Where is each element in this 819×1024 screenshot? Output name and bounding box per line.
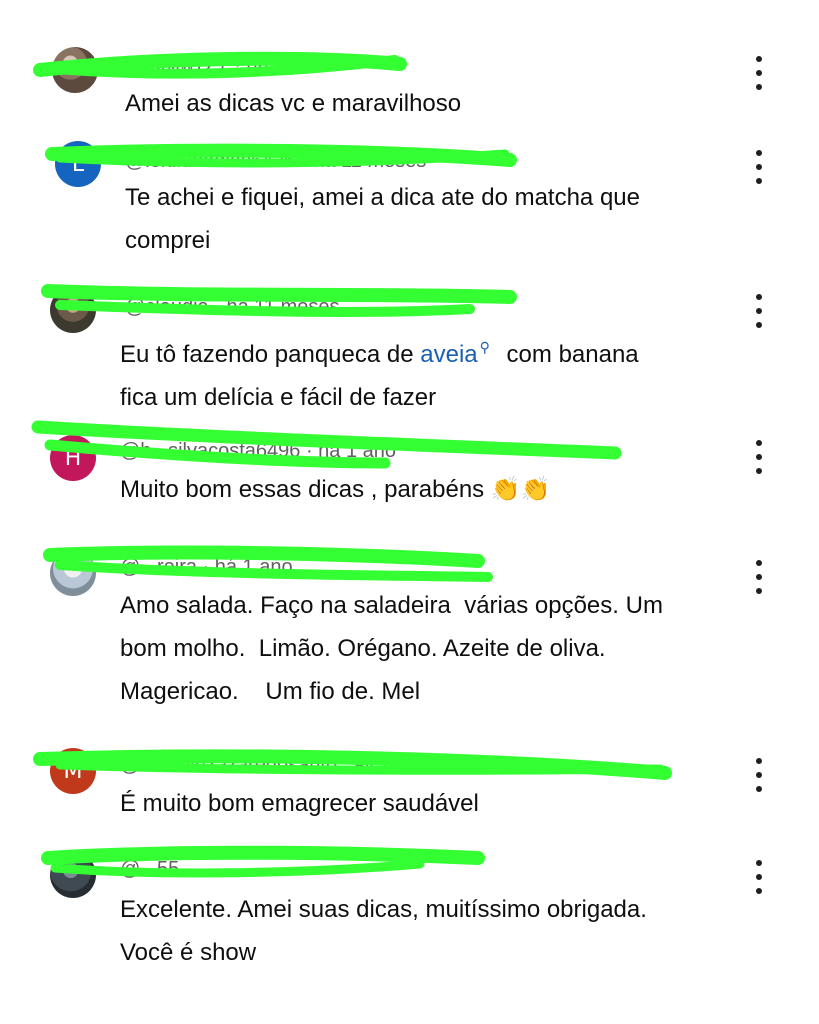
comment-text-part: Eu tô fazendo panqueca de — [120, 341, 421, 368]
search-link-aveia[interactable]: aveia — [420, 341, 477, 368]
more-vert-icon[interactable] — [747, 560, 771, 594]
avatar[interactable] — [50, 852, 96, 898]
comment-author[interactable]: @...reira · há 1 ano — [120, 556, 293, 582]
comment-author[interactable]: @leidiunedias5426 · há 11 meses — [125, 150, 426, 176]
avatar[interactable]: H — [50, 435, 96, 481]
more-vert-icon[interactable] — [747, 150, 771, 184]
comment-author[interactable]: @marialuzazaredosanto...ail.785 · há 11 … — [120, 754, 544, 780]
clapping-hands-emoji: 👏👏 — [490, 475, 551, 503]
more-vert-icon[interactable] — [747, 440, 771, 474]
comment-text: Amo salada. Faço na saladeira várias opç… — [120, 592, 663, 705]
avatar[interactable] — [52, 47, 98, 93]
comment-author[interactable]: @...55 — [120, 858, 179, 884]
more-vert-icon[interactable] — [747, 56, 771, 90]
comment-text: Amei as dicas vc e maravilhoso — [125, 90, 462, 117]
comment-text-part: Muito bom essas dicas , parabéns — [120, 476, 491, 503]
comment-author[interactable]: @claudia · há 11 meses — [125, 296, 339, 322]
avatar[interactable] — [50, 287, 96, 333]
more-vert-icon[interactable] — [747, 294, 771, 328]
more-vert-icon[interactable] — [747, 758, 771, 792]
avatar[interactable]: L — [55, 141, 101, 187]
avatar[interactable]: M — [50, 748, 96, 794]
comment-text: Muito bom essas dicas , parabéns 👏👏 — [120, 468, 551, 511]
more-vert-icon[interactable] — [747, 860, 771, 894]
comment-text: Te achei e fiquei, amei a dica ate do ma… — [125, 184, 640, 254]
comment-text: Eu tô fazendo panqueca de aveia ⚲ com ban… — [120, 326, 639, 419]
search-icon[interactable]: ⚲ — [480, 339, 490, 355]
avatar-letter: L — [71, 151, 85, 177]
comment-author[interactable]: @lucilw7Z7 · há 1 ano — [125, 54, 324, 80]
avatar-letter: H — [64, 445, 82, 471]
comment-author[interactable]: @h...silvacosta6496 · há 1 ano — [120, 440, 396, 466]
avatar[interactable] — [50, 550, 96, 596]
avatar-letter: M — [63, 758, 83, 784]
comment-text: É muito bom emagrecer saudável — [120, 790, 479, 817]
comment-text: Excelente. Amei suas dicas, muitíssimo o… — [120, 896, 647, 966]
